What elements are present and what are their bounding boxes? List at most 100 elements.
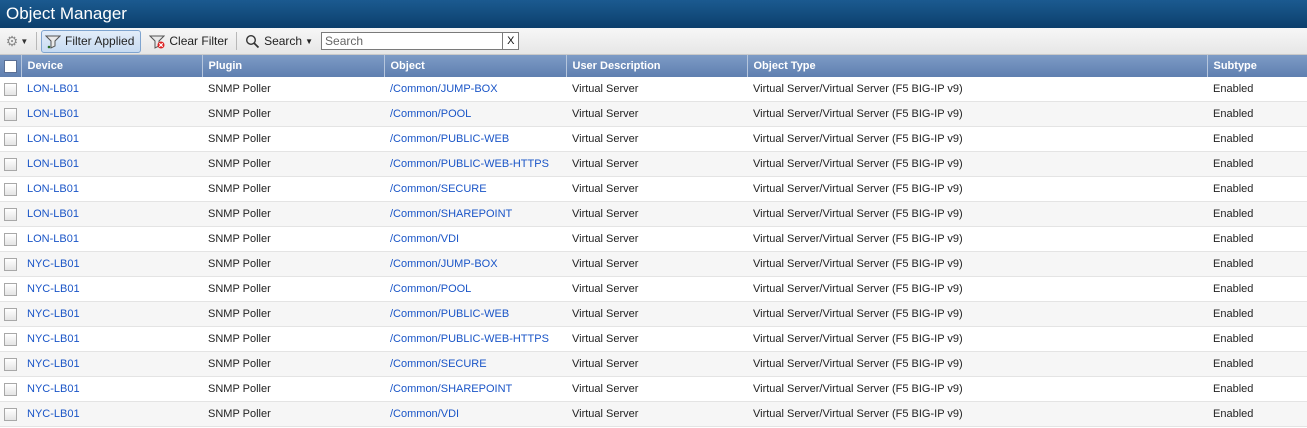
device-link[interactable]: NYC-LB01: [27, 283, 80, 295]
table-row[interactable]: NYC-LB01 SNMP Poller/Common/POOL Virtual S…: [0, 276, 1307, 302]
column-header-subtype[interactable]: Subtype: [1207, 55, 1307, 77]
row-checkbox[interactable]: [4, 382, 17, 396]
device-link[interactable]: LON-LB01: [27, 233, 79, 245]
column-header-user-description[interactable]: User Description: [566, 55, 748, 77]
object-type-cell: Virtual Server/Virtual Server (F5 BIG-IP…: [747, 77, 1207, 102]
row-checkbox[interactable]: [4, 407, 17, 421]
window-title: Object Manager: [0, 0, 1307, 28]
user-description-cell: Virtual Server: [566, 201, 747, 227]
object-link[interactable]: /Common/JUMP-BOX: [390, 83, 498, 95]
subtype-cell: Enabled: [1207, 326, 1307, 352]
toolbar: ⚙ ▼ Filter Applied Clear Filter Search ▼ …: [0, 28, 1307, 55]
device-link[interactable]: LON-LB01: [27, 183, 79, 195]
object-link[interactable]: /Common/SHAREPOINT: [390, 383, 512, 395]
object-link[interactable]: /Common/PUBLIC-WEB-HTTPS: [390, 158, 549, 170]
table-row[interactable]: LON-LB01 SNMP Poller/Common/SHAREPOINT Vir…: [0, 201, 1307, 227]
row-select-cell: [0, 351, 21, 377]
object-link[interactable]: /Common/POOL: [390, 108, 471, 120]
device-link[interactable]: NYC-LB01: [27, 383, 80, 395]
column-header-object[interactable]: Object: [384, 55, 567, 77]
row-select-cell: [0, 276, 21, 302]
object-link[interactable]: /Common/SECURE: [390, 183, 487, 195]
row-checkbox[interactable]: [4, 107, 17, 121]
filter-applied-button[interactable]: Filter Applied: [41, 29, 142, 53]
table-row[interactable]: NYC-LB01 SNMP Poller/Common/VDI Virtual Se…: [0, 401, 1307, 427]
column-header-device[interactable]: Device: [21, 55, 203, 77]
plugin-cell: SNMP Poller: [202, 126, 384, 152]
table-row[interactable]: LON-LB01 SNMP Poller/Common/SECURE Virtual…: [0, 176, 1307, 202]
device-link[interactable]: LON-LB01: [27, 133, 79, 145]
row-checkbox[interactable]: [4, 307, 17, 321]
row-checkbox[interactable]: [4, 232, 17, 246]
table-row[interactable]: LON-LB01 SNMP Poller/Common/VDI Virtual Se…: [0, 226, 1307, 252]
object-link[interactable]: /Common/JUMP-BOX: [390, 258, 498, 270]
search-menu-button[interactable]: Search ▼: [241, 31, 317, 52]
object-type-cell: Virtual Server/Virtual Server (F5 BIG-IP…: [747, 226, 1207, 252]
subtype-cell: Enabled: [1207, 401, 1307, 427]
subtype-cell: Enabled: [1207, 226, 1307, 252]
object-link[interactable]: /Common/VDI: [390, 233, 459, 245]
plugin-cell: SNMP Poller: [202, 251, 384, 277]
device-link[interactable]: LON-LB01: [27, 158, 79, 170]
table-row[interactable]: NYC-LB01 SNMP Poller/Common/JUMP-BOX Virtu…: [0, 251, 1307, 277]
object-link[interactable]: /Common/PUBLIC-WEB-HTTPS: [390, 333, 549, 345]
table-row[interactable]: NYC-LB01 SNMP Poller/Common/PUBLIC-WEB Vir…: [0, 301, 1307, 327]
plugin-cell: SNMP Poller: [202, 201, 384, 227]
object-link[interactable]: /Common/POOL: [390, 283, 471, 295]
object-link[interactable]: /Common/VDI: [390, 408, 459, 420]
device-link[interactable]: NYC-LB01: [27, 358, 80, 370]
device-link[interactable]: NYC-LB01: [27, 408, 80, 420]
device-link[interactable]: LON-LB01: [27, 83, 79, 95]
plugin-cell: SNMP Poller: [202, 176, 384, 202]
row-checkbox[interactable]: [4, 332, 17, 346]
user-description-cell: Virtual Server: [566, 77, 747, 102]
row-checkbox[interactable]: [4, 182, 17, 196]
row-checkbox[interactable]: [4, 357, 17, 371]
user-description-cell: Virtual Server: [566, 101, 747, 127]
user-description-cell: Virtual Server: [566, 176, 747, 202]
user-description-cell: Virtual Server: [566, 301, 747, 327]
chevron-down-icon: ▼: [20, 36, 29, 46]
object-link[interactable]: /Common/SHAREPOINT: [390, 208, 512, 220]
settings-menu-button[interactable]: ⚙ ▼: [2, 30, 32, 52]
row-checkbox[interactable]: [4, 157, 17, 171]
object-link[interactable]: /Common/PUBLIC-WEB: [390, 133, 509, 145]
row-select-cell: [0, 326, 21, 352]
device-link[interactable]: NYC-LB01: [27, 308, 80, 320]
table-row[interactable]: NYC-LB01 SNMP Poller/Common/PUBLIC-WEB-HT…: [0, 326, 1307, 352]
subtype-cell: Enabled: [1207, 77, 1307, 102]
table-row[interactable]: NYC-LB01 SNMP Poller/Common/SECURE Virtual…: [0, 351, 1307, 377]
object-link[interactable]: /Common/SECURE: [390, 358, 487, 370]
row-select-cell: [0, 151, 21, 177]
device-link[interactable]: NYC-LB01: [27, 333, 80, 345]
column-header-plugin[interactable]: Plugin: [202, 55, 385, 77]
column-header-object-type[interactable]: Object Type: [747, 55, 1208, 77]
device-link[interactable]: LON-LB01: [27, 208, 79, 220]
table-row[interactable]: NYC-LB01 SNMP Poller/Common/SHAREPOINT Vir…: [0, 376, 1307, 402]
row-select-cell: [0, 176, 21, 202]
chevron-down-icon: ▼: [305, 36, 314, 46]
table-row[interactable]: LON-LB01 SNMP Poller/Common/PUBLIC-WEB Vir…: [0, 126, 1307, 152]
row-checkbox[interactable]: [4, 82, 17, 96]
row-checkbox[interactable]: [4, 257, 17, 271]
row-checkbox[interactable]: [4, 207, 17, 221]
table-row[interactable]: LON-LB01 SNMP Poller/Common/POOL Virtual S…: [0, 101, 1307, 127]
object-link[interactable]: /Common/PUBLIC-WEB: [390, 308, 509, 320]
row-select-cell: [0, 226, 21, 252]
row-select-cell: [0, 201, 21, 227]
user-description-cell: Virtual Server: [566, 276, 747, 302]
select-all-checkbox[interactable]: [3, 59, 17, 73]
search-input[interactable]: [322, 33, 503, 49]
subtype-cell: Enabled: [1207, 126, 1307, 152]
toolbar-divider: [236, 32, 238, 50]
row-select-cell: [0, 77, 21, 102]
device-link[interactable]: NYC-LB01: [27, 258, 80, 270]
row-checkbox[interactable]: [4, 282, 17, 296]
row-checkbox[interactable]: [4, 132, 17, 146]
table-header-row: Device Plugin Object User Description Ob…: [0, 55, 1307, 77]
table-row[interactable]: LON-LB01 SNMP Poller/Common/JUMP-BOX Virtu…: [0, 77, 1307, 102]
clear-filter-button[interactable]: Clear Filter: [145, 31, 232, 52]
table-row[interactable]: LON-LB01 SNMP Poller/Common/PUBLIC-WEB-HT…: [0, 151, 1307, 177]
device-link[interactable]: LON-LB01: [27, 108, 79, 120]
clear-search-button[interactable]: X: [502, 33, 518, 49]
